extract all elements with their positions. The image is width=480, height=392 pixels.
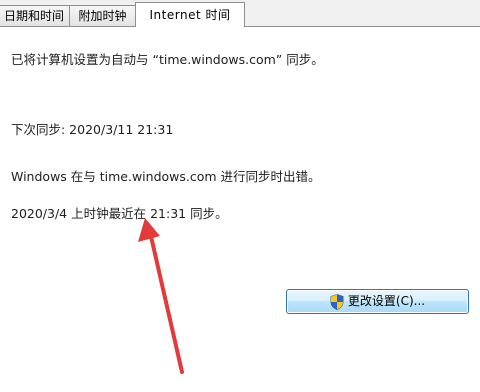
change-settings-button[interactable]: 更改设置(C)... xyxy=(286,289,469,314)
last-sync-text: 2020/3/4 上时钟最近在 21:31 同步。 xyxy=(11,206,228,221)
next-sync-text: 下次同步: 2020/3/11 21:31 xyxy=(11,122,174,137)
internet-time-panel: 已将计算机设置为自动与 “time.windows.com” 同步。 下次同步:… xyxy=(0,27,480,392)
shield-icon xyxy=(330,293,344,310)
tab-date-time[interactable]: 日期和时间 xyxy=(0,5,70,26)
sync-error-text: Windows 在与 time.windows.com 进行同步时出错。 xyxy=(11,169,321,184)
sync-setting-text: 已将计算机设置为自动与 “time.windows.com” 同步。 xyxy=(11,52,324,67)
tab-internet-time[interactable]: Internet 时间 xyxy=(135,2,245,28)
tab-additional-clocks[interactable]: 附加时钟 xyxy=(69,5,136,26)
change-settings-label: 更改设置(C)... xyxy=(347,294,426,308)
tab-bar: 日期和时间 附加时钟 Internet 时间 xyxy=(0,0,480,28)
